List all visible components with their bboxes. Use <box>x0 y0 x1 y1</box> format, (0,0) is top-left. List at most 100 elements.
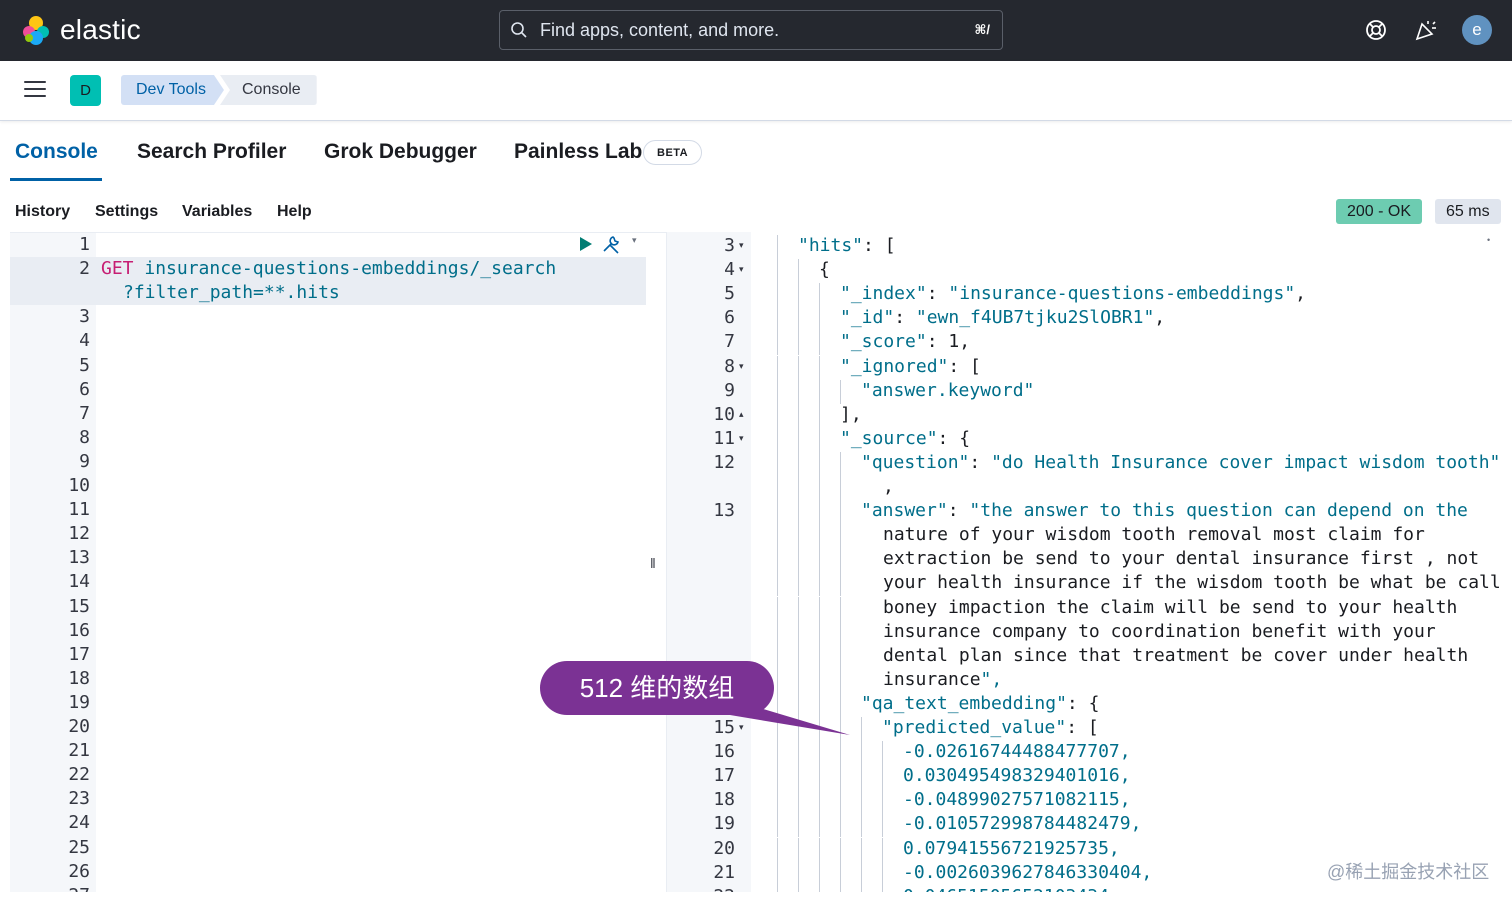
indent-guide <box>840 500 841 525</box>
annotation-callout: 512 维的数组 <box>540 661 774 715</box>
output-line-number: 5 <box>724 283 735 305</box>
output-line-number: 8 <box>724 355 735 377</box>
elastic-logo[interactable]: elastic <box>20 14 141 46</box>
tab-painless-lab[interactable]: Painless Lab <box>514 140 642 164</box>
request-line[interactable]: GET insurance-questions-embeddings/_sear… <box>101 258 556 279</box>
indent-guide <box>882 861 883 886</box>
space-avatar[interactable]: D <box>70 75 101 106</box>
indent-guide <box>777 620 778 645</box>
indent-guide <box>798 765 799 790</box>
request-editor[interactable]: 1 2 3 4 5 6 7 8 9 10 11 12 13 14 15 16 17 18 19 20 21 22 23 24 2… <box>10 232 666 892</box>
output-line-number: 19 <box>713 813 735 835</box>
output-code-line: dental plan since that treatment be cove… <box>883 644 1469 666</box>
indent-guide <box>798 476 799 500</box>
indent-guide <box>777 837 778 862</box>
wrench-icon[interactable] <box>600 233 622 255</box>
indent-guide <box>840 861 841 886</box>
output-code-line: "question": "do Health Insurance cover i… <box>861 451 1501 473</box>
indent-guide <box>777 741 778 766</box>
response-output: 3 ▾ "hits": [4 ▾ {5 "_index": "insurance-ques… <box>666 232 1502 892</box>
output-line-number: 13 <box>713 500 735 522</box>
history-link[interactable]: History <box>15 203 70 221</box>
output-code-line: 0.030495498329401016, <box>903 765 1131 787</box>
output-code-line: , <box>883 476 894 497</box>
editor-line-number: 2 <box>79 258 90 280</box>
request-path: insurance-questions-embeddings/_search <box>144 258 557 279</box>
output-code-line: "_id": "ewn_f4UB7tjku2SlOBR1", <box>840 307 1166 329</box>
indent-guide <box>798 500 799 525</box>
indent-guide <box>861 885 862 892</box>
variables-link[interactable]: Variables <box>182 203 252 221</box>
indent-guide <box>777 813 778 838</box>
indent-guide <box>819 451 820 476</box>
indent-guide <box>798 259 799 284</box>
editor-line-number: 16 <box>68 619 90 641</box>
actions-menu-icon[interactable]: ▾ <box>632 235 637 246</box>
indent-guide <box>777 259 778 284</box>
watermark: @稀土掘金技术社区 <box>1327 862 1490 882</box>
output-code-line: your health insurance if the wisdom toot… <box>883 572 1501 594</box>
status-badge: 200 - OK <box>1336 199 1423 224</box>
output-code-line: 0.04651505652103434, <box>903 886 1120 892</box>
indent-guide <box>798 451 799 476</box>
beta-badge: BETA <box>643 140 703 165</box>
fold-toggle-icon[interactable]: ▴ <box>739 409 744 420</box>
user-avatar[interactable]: e <box>1462 15 1492 45</box>
editor-line-number: 25 <box>68 836 90 858</box>
indent-guide <box>798 524 799 549</box>
help-link[interactable]: Help <box>277 203 312 221</box>
fold-toggle-icon[interactable]: ▾ <box>739 240 744 251</box>
fold-toggle-icon[interactable]: ▾ <box>739 433 744 444</box>
breadcrumb-dev-tools[interactable]: Dev Tools <box>121 75 224 105</box>
indent-guide <box>798 379 799 404</box>
indent-guide <box>819 765 820 790</box>
tab-search-profiler[interactable]: Search Profiler <box>137 140 286 164</box>
output-code-line: "_ignored": [ <box>840 355 981 377</box>
output-line-number: 18 <box>713 789 735 811</box>
output-line-number: 22 <box>667 886 735 892</box>
breadcrumb-bar <box>0 61 1512 121</box>
global-search-input[interactable]: Find apps, content, and more. ⌘/ <box>499 10 1003 50</box>
tab-grok-debugger[interactable]: Grok Debugger <box>324 140 477 164</box>
indent-guide <box>861 741 862 766</box>
fold-toggle-icon[interactable]: ▾ <box>739 361 744 372</box>
editor-line-number: 21 <box>68 740 90 762</box>
request-line-continuation[interactable]: ?filter_path=**.hits <box>123 282 340 303</box>
editor-line-number: 8 <box>79 426 90 448</box>
dev-tools-tabs: Console Search Profiler Grok Debugger Pa… <box>0 121 1512 183</box>
indent-guide <box>798 572 799 597</box>
indent-guide <box>798 620 799 645</box>
editor-line-number: 26 <box>68 860 90 882</box>
indent-guide <box>798 355 799 380</box>
send-request-icon[interactable] <box>578 235 594 253</box>
indent-guide <box>819 572 820 597</box>
indent-guide <box>777 451 778 476</box>
indent-guide <box>840 572 841 597</box>
settings-link[interactable]: Settings <box>95 203 158 221</box>
output-code-line: 0.07941556721925735, <box>903 837 1120 859</box>
editor-line-number: 7 <box>79 402 90 424</box>
indent-guide <box>840 765 841 790</box>
http-method: GET <box>101 258 134 279</box>
indent-guide <box>777 885 778 892</box>
indent-guide <box>777 765 778 790</box>
output-line-number: 16 <box>713 741 735 763</box>
indent-guide <box>819 741 820 766</box>
editor-line-number: 20 <box>68 716 90 737</box>
fold-toggle-icon[interactable]: ▾ <box>739 264 744 275</box>
help-icon[interactable] <box>1362 16 1390 44</box>
tab-console[interactable]: Console <box>15 140 98 164</box>
output-line-number: 9 <box>724 379 735 401</box>
menu-toggle-icon[interactable] <box>24 81 46 99</box>
indent-guide <box>798 837 799 862</box>
indent-guide <box>882 837 883 862</box>
pane-resizer[interactable]: ‖ <box>650 555 658 571</box>
news-feed-icon[interactable] <box>1412 16 1440 44</box>
editor-line-number: 15 <box>68 595 90 617</box>
editor-line-number: 6 <box>79 378 90 400</box>
indent-guide <box>861 813 862 838</box>
editor-line-number: 27 <box>10 885 90 892</box>
indent-guide <box>840 885 841 892</box>
indent-guide <box>819 596 820 621</box>
editor-line-number: 19 <box>68 691 90 713</box>
